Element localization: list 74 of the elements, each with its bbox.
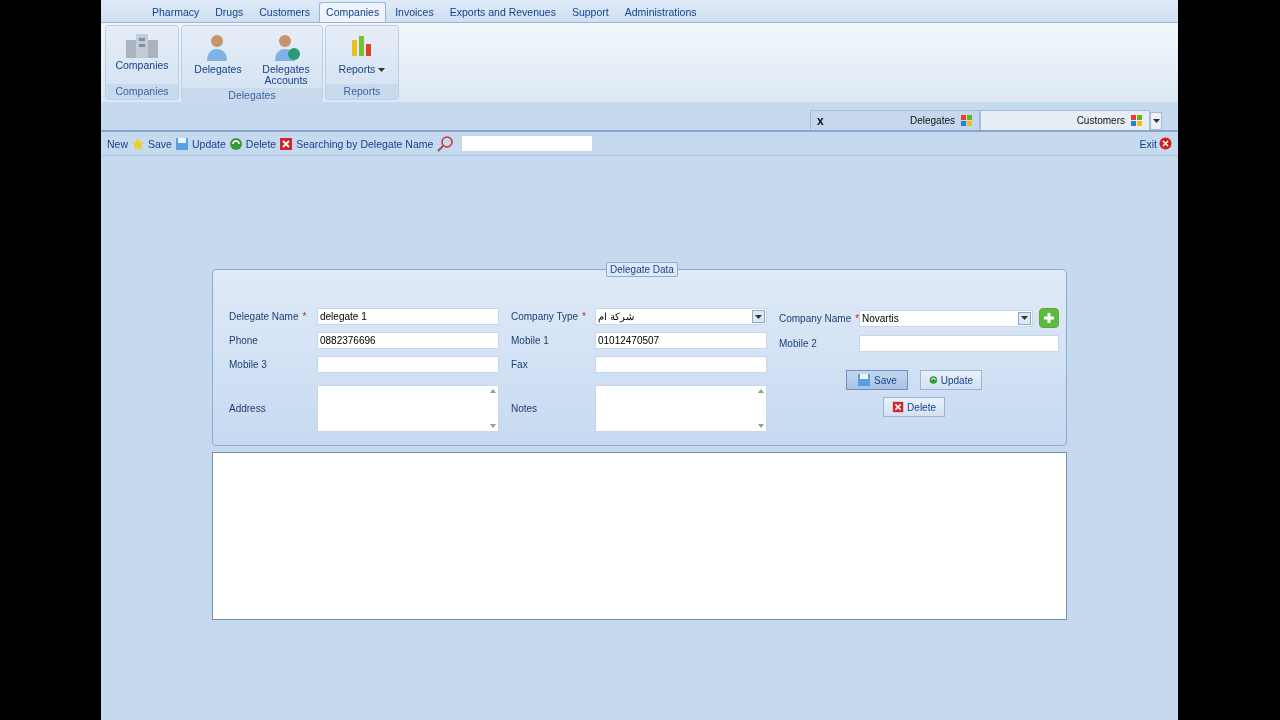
group-title: Reports [326,84,398,99]
group-title: Companies [106,84,178,99]
combo-box[interactable]: شركة ام [595,308,767,325]
group-box-title: Delegate Data [606,262,678,277]
scroll-up-icon[interactable] [490,389,496,393]
text-field[interactable] [317,356,499,373]
document-tab[interactable]: Customers [980,110,1150,130]
toolbar-button[interactable]: Delete [245,137,277,150]
scroll-up-icon[interactable] [758,389,764,393]
star-icon [131,136,145,151]
memo-field[interactable] [317,385,499,432]
memo-field[interactable] [595,385,767,432]
text-field[interactable] [595,356,767,373]
menu-tab[interactable]: Companies [319,2,387,22]
toolbar-button[interactable]: Save [148,137,172,150]
caret-icon [755,314,762,319]
menu-tab[interactable]: Invoices [388,2,441,22]
scroll-down-icon[interactable] [490,424,496,428]
menu-tab[interactable]: Drugs [208,2,251,22]
menu-tab[interactable]: Exports and Revenues [442,2,563,22]
tab-list-button[interactable] [1150,112,1162,130]
field-label: Phone [229,335,258,346]
combo-box[interactable]: Novartis [859,309,1033,327]
form-button[interactable]: Save [846,370,908,390]
menu-tab[interactable]: Pharmacy [145,2,207,22]
ribbon-button[interactable]: Reports [338,64,376,75]
toolbar-button[interactable]: Searching by Delegate Name [296,137,434,150]
plus-icon [1043,312,1055,324]
form-button[interactable]: Delete [883,397,945,417]
close-tab-button[interactable]: x [817,113,824,128]
refresh-icon [228,136,243,151]
text-field[interactable] [859,335,1059,352]
ribbon-button[interactable]: Companies [115,60,169,71]
text-field[interactable]: delegate 1 [317,308,499,325]
exit-button[interactable]: Exit [1139,137,1172,150]
windows-logo-icon [1131,115,1143,126]
floppy-icon [857,373,872,387]
windows-logo-icon [961,115,973,126]
close-icon [1159,137,1172,150]
field-label: Delegate Name [229,311,299,322]
field-label: Mobile 2 [779,338,817,349]
ribbon-button[interactable]: Delegates Accounts [256,64,316,86]
required-marker: * [302,311,307,322]
menu-tab[interactable]: Administrations [617,2,704,22]
delete-icon [279,136,294,151]
toolbar-button[interactable]: New [107,137,128,150]
field-label: Fax [511,359,528,370]
search-icon [436,135,455,152]
group-title: Delegates [182,88,322,103]
menu-tab[interactable]: Support [564,2,616,22]
refresh-icon [929,373,938,387]
field-label: Company Name [779,312,852,324]
field-label: Notes [511,403,538,414]
required-marker: * [582,311,586,322]
delete-icon [892,400,905,414]
field-label: Mobile 1 [511,335,549,346]
add-button[interactable] [1039,308,1059,328]
toolbar-button[interactable]: Update [191,137,226,150]
field-label: Mobile 3 [229,359,267,370]
menu-tab[interactable]: Customers [252,2,318,22]
required-marker: * [855,312,860,324]
floppy-icon [174,136,189,151]
document-tab[interactable]: x Delegates [810,110,980,130]
caret-icon [1152,119,1160,123]
form-button[interactable]: Update [920,370,982,390]
ribbon-button[interactable]: Delegates [194,64,242,75]
search-field[interactable] [461,135,594,152]
scroll-down-icon[interactable] [758,424,764,428]
building-icon [124,32,160,58]
text-field[interactable]: 0882376696 [317,332,499,349]
field-label: Company Type [511,311,579,322]
field-label: Address [229,403,266,414]
text-field[interactable]: 01012470507 [595,332,767,349]
caret-icon [1021,316,1028,320]
